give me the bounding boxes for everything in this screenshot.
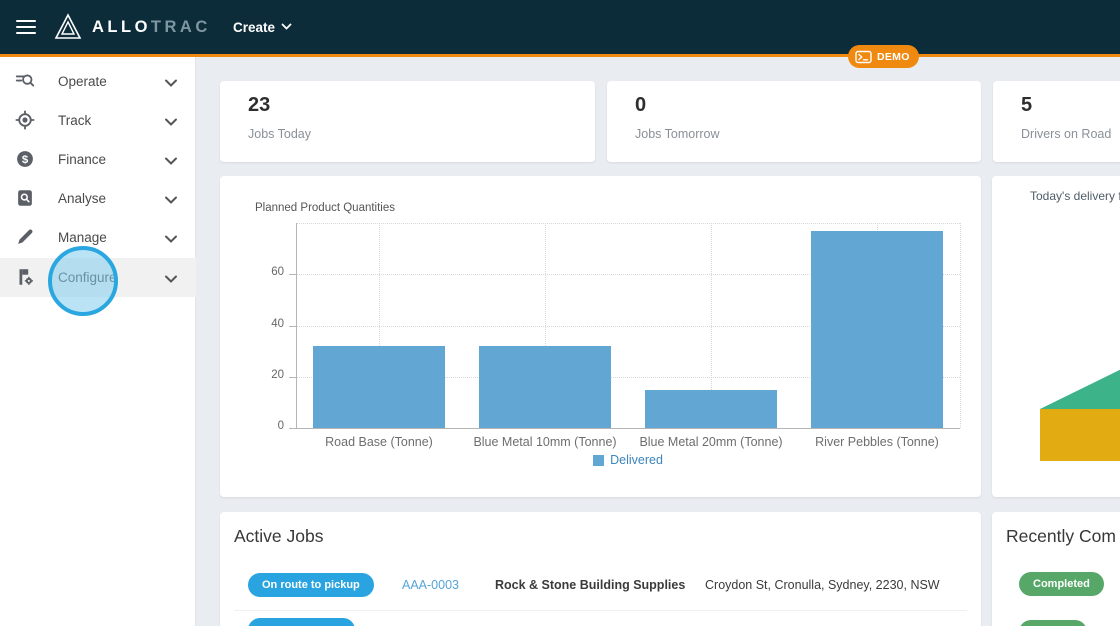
y-tick: [289, 428, 296, 429]
sidebar-item-label: Finance: [58, 140, 106, 179]
sidebar-item-operate[interactable]: Operate: [0, 62, 196, 101]
chevron-down-icon: [164, 271, 180, 284]
sidebar-item-finance[interactable]: $ Finance: [0, 140, 196, 179]
bar: [645, 390, 777, 428]
area-chart: [1040, 360, 1120, 462]
stat-card-drivers-on-road[interactable]: 5 Drivers on Road: [993, 81, 1120, 162]
allotrac-logo-icon[interactable]: [53, 12, 83, 47]
pencil-icon: [14, 226, 36, 248]
sidebar-item-analyse[interactable]: Analyse: [0, 179, 196, 218]
recently-completed-card: Recently Com Completed: [992, 512, 1120, 626]
y-tick: [289, 326, 296, 327]
document-search-icon: [14, 187, 36, 209]
sidebar: Operate Track $ Finance: [0, 57, 196, 626]
sidebar-item-label: Manage: [58, 218, 107, 257]
x-axis-label: River Pebbles (Tonne): [794, 435, 960, 449]
legend-label: Delivered: [610, 453, 663, 467]
job-address: Croydon St, Cronulla, Sydney, 2230, NSW: [705, 578, 940, 592]
status-badge[interactable]: On route to pickup: [248, 573, 374, 597]
stat-value: 23: [248, 94, 270, 117]
area-lower: [1040, 409, 1120, 461]
dashboard: ALLOTRAC Create DEMO Operate: [0, 0, 1120, 626]
bar: [811, 231, 943, 428]
status-badge-partial[interactable]: [248, 618, 355, 626]
sidebar-item-label: Track: [58, 101, 91, 140]
create-menu-button[interactable]: Create: [233, 0, 292, 54]
job-id-link[interactable]: AAA-0003: [402, 578, 459, 592]
sidebar-item-track[interactable]: Track: [0, 101, 196, 140]
demo-label: DEMO: [877, 51, 910, 63]
bar: [479, 346, 611, 428]
sidebar-item-label: Configure: [58, 258, 117, 297]
y-axis-label: 40: [252, 318, 284, 330]
svg-text:$: $: [22, 154, 29, 166]
stat-label: Jobs Today: [248, 127, 311, 141]
dollar-circle-icon: $: [14, 148, 36, 170]
area-upper: [1040, 360, 1120, 409]
panel-title: Today's delivery fu: [1030, 189, 1120, 203]
y-tick: [289, 377, 296, 378]
section-title: Active Jobs: [234, 526, 323, 547]
x-gridline-right: [960, 223, 961, 428]
terminal-icon: [855, 50, 872, 64]
y-axis-label: 20: [252, 369, 284, 381]
stat-label: Drivers on Road: [1021, 127, 1111, 141]
delivery-fulfilment-card: Today's delivery fu: [992, 176, 1120, 497]
y-axis-label: 60: [252, 266, 284, 278]
status-badge-partial[interactable]: [1019, 620, 1087, 626]
hamburger-menu-icon[interactable]: [16, 20, 36, 34]
y-axis-label: 0: [252, 420, 284, 432]
stat-value: 0: [635, 94, 646, 117]
chart-legend[interactable]: Delivered: [296, 453, 960, 467]
building-gear-icon: [14, 266, 36, 288]
stat-value: 5: [1021, 94, 1032, 117]
target-icon: [14, 109, 36, 131]
brand-name: ALLOTRAC: [92, 0, 211, 54]
list-search-icon: [14, 70, 36, 92]
status-badge[interactable]: Completed: [1019, 572, 1104, 596]
demo-badge: DEMO: [848, 45, 919, 68]
legend-swatch: [593, 455, 604, 466]
y-tick: [289, 274, 296, 275]
chevron-down-icon: [164, 153, 180, 166]
planned-quantities-chart-card: Planned Product Quantities 0204060Road B…: [220, 176, 981, 497]
active-jobs-card: Active Jobs On route to pickup AAA-0003 …: [220, 512, 981, 626]
bar: [313, 346, 445, 428]
y-gridline-top: [296, 223, 960, 224]
sidebar-item-label: Operate: [58, 62, 107, 101]
stat-card-jobs-tomorrow[interactable]: 0 Jobs Tomorrow: [607, 81, 981, 162]
sidebar-item-label: Analyse: [58, 179, 106, 218]
x-axis-label: Blue Metal 20mm (Tonne): [628, 435, 794, 449]
brand-part2: TRAC: [151, 18, 211, 36]
bar-chart: 0 20 40 60 Road Base (Tonne)Blue Metal 10mm …: [220, 176, 981, 497]
chevron-down-icon: [164, 231, 180, 244]
x-axis-label: Blue Metal 10mm (Tonne): [462, 435, 628, 449]
sidebar-item-manage[interactable]: Manage: [0, 218, 196, 257]
chevron-down-icon: [164, 75, 180, 88]
sidebar-item-configure[interactable]: Configure: [0, 258, 196, 297]
stat-card-jobs-today[interactable]: 23 Jobs Today: [220, 81, 595, 162]
section-title: Recently Com: [1006, 526, 1116, 547]
brand-part1: ALLO: [92, 18, 151, 36]
y-axis: [296, 223, 297, 428]
x-axis: [296, 428, 960, 429]
chevron-down-icon: [164, 192, 180, 205]
accent-divider: [0, 54, 1120, 57]
x-axis-label: Road Base (Tonne): [296, 435, 462, 449]
row-divider: [234, 610, 967, 611]
chevron-down-icon: [281, 23, 292, 31]
stat-label: Jobs Tomorrow: [635, 127, 720, 141]
create-label: Create: [233, 20, 275, 35]
top-navbar: ALLOTRAC Create: [0, 0, 1120, 54]
job-customer: Rock & Stone Building Supplies: [495, 578, 685, 592]
chevron-down-icon: [164, 114, 180, 127]
